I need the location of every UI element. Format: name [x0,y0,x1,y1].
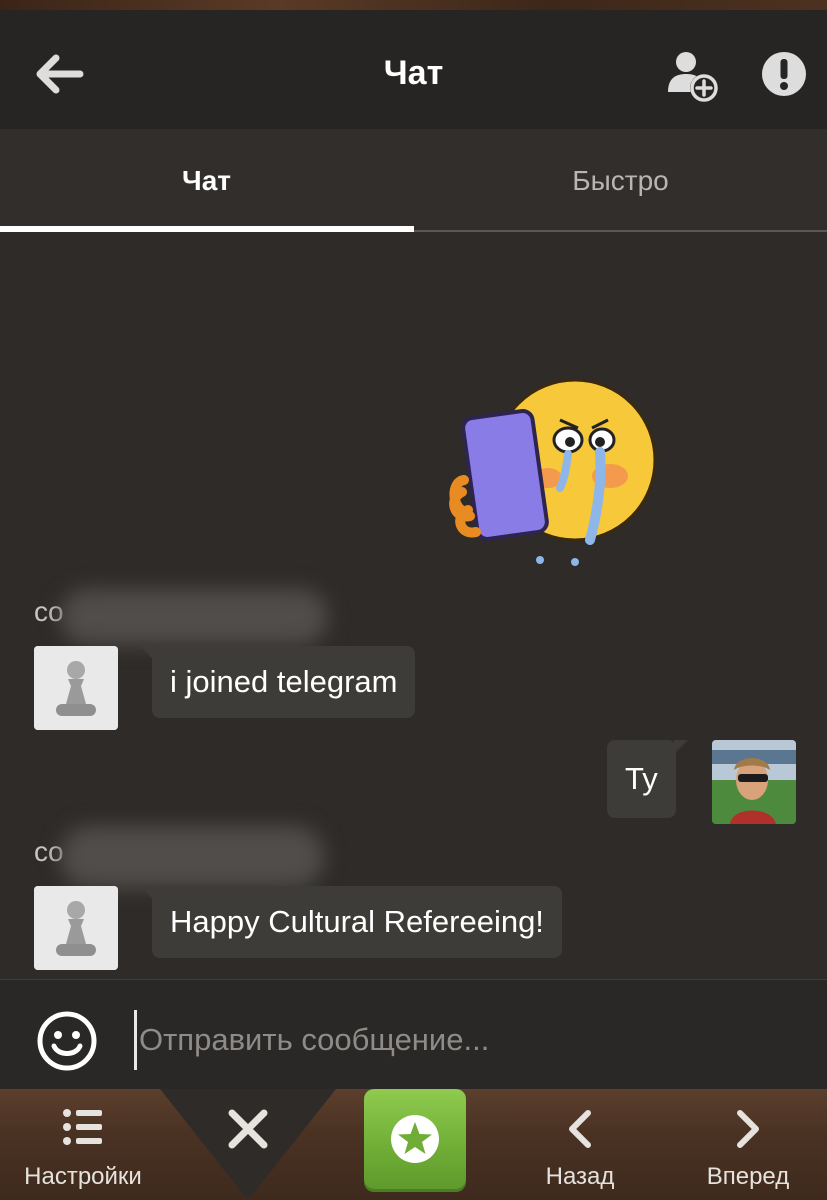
star-button[interactable] [364,1089,466,1189]
star-icon [391,1115,439,1163]
app-header: Чат [0,10,827,129]
message-bubble: Happy Cultural Refereeing! [140,886,562,958]
message-composer [0,979,827,1089]
message-bubble: Ty [607,740,688,818]
sender-name: co [34,596,64,627]
pawn-avatar-icon [34,886,118,970]
forward-label: Вперед [706,1163,790,1190]
tab-chat[interactable]: Чат [0,129,413,232]
pawn-avatar-icon [34,646,118,730]
message-input[interactable] [134,1010,794,1070]
back-label: Назад [545,1163,615,1190]
message-bubble: i joined telegram [139,646,416,718]
tab-quick[interactable]: Быстро [414,129,827,232]
exclamation-icon [762,52,806,96]
sender-name: co [34,836,64,867]
add-friend-icon [668,52,718,102]
close-chat-button[interactable] [160,1089,336,1200]
settings-label: Настройки [24,1163,142,1190]
redacted-username [60,826,324,888]
forward-nav-button[interactable]: Вперед [684,1089,812,1200]
crying-emoji-sticker [449,378,657,566]
bottom-navigation: Настройки Назад Вперед [0,1089,827,1200]
add-friend-button[interactable] [664,46,724,106]
emoji-button[interactable] [36,1010,98,1072]
report-button[interactable] [760,50,808,98]
chevron-right-icon [737,1110,759,1148]
redacted-username [60,589,328,645]
chevron-left-icon [569,1110,591,1148]
top-decor-strip [0,0,827,10]
back-nav-button[interactable]: Назад [520,1089,640,1200]
chat-messages[interactable]: co i joined telegram Ty co Happy Cultura… [0,234,827,978]
smiley-icon [37,1011,97,1071]
own-avatar[interactable] [712,740,796,824]
avatar[interactable] [34,646,118,730]
active-tab-indicator [0,226,414,232]
list-icon [63,1109,102,1145]
settings-button[interactable]: Настройки [0,1089,166,1200]
user-photo [712,740,796,824]
chat-tabs: Чат Быстро [0,129,827,232]
avatar[interactable] [34,886,118,970]
